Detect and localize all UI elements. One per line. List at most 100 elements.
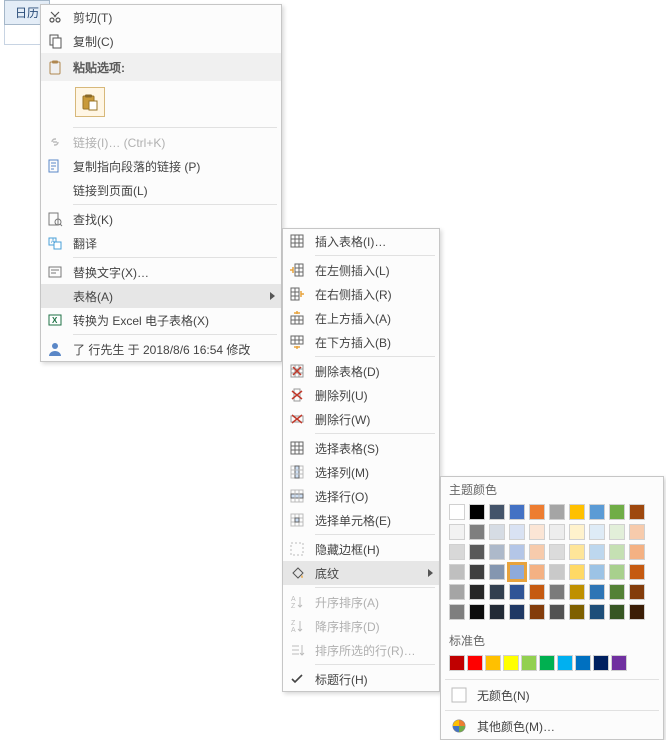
color-swatch[interactable]	[529, 504, 545, 520]
color-swatch[interactable]	[569, 604, 585, 620]
menu-header-row[interactable]: 标题行(H)	[283, 667, 439, 691]
color-swatch[interactable]	[609, 524, 625, 540]
color-swatch[interactable]	[611, 655, 627, 671]
menu-delete-col[interactable]: 删除列(U)	[283, 383, 439, 407]
color-swatch[interactable]	[469, 544, 485, 560]
color-swatch[interactable]	[489, 604, 505, 620]
color-swatch[interactable]	[629, 564, 645, 580]
color-swatch[interactable]	[557, 655, 573, 671]
color-swatch[interactable]	[469, 564, 485, 580]
color-swatch[interactable]	[593, 655, 609, 671]
color-swatch[interactable]	[489, 524, 505, 540]
menu-select-table[interactable]: 选择表格(S)	[283, 436, 439, 460]
color-swatch[interactable]	[469, 524, 485, 540]
menu-insert-right[interactable]: 在右侧插入(R)	[283, 282, 439, 306]
menu-select-col[interactable]: 选择列(M)	[283, 460, 439, 484]
menu-insert-above[interactable]: 在上方插入(A)	[283, 306, 439, 330]
menu-label: 选择表格(S)	[315, 440, 433, 457]
color-swatch[interactable]	[449, 544, 465, 560]
color-swatch[interactable]	[489, 544, 505, 560]
color-swatch[interactable]	[449, 524, 465, 540]
menu-insert-table[interactable]: 插入表格(I)…	[283, 229, 439, 253]
color-swatch[interactable]	[521, 655, 537, 671]
color-swatch[interactable]	[509, 564, 525, 580]
menu-translate[interactable]: A 翻译	[41, 231, 281, 255]
color-swatch[interactable]	[549, 584, 565, 600]
color-swatch[interactable]	[529, 544, 545, 560]
color-swatch[interactable]	[589, 524, 605, 540]
color-swatch[interactable]	[549, 544, 565, 560]
color-swatch[interactable]	[609, 584, 625, 600]
color-swatch[interactable]	[469, 584, 485, 600]
menu-cut[interactable]: 剪切(T)	[41, 5, 281, 29]
color-swatch[interactable]	[529, 564, 545, 580]
color-swatch[interactable]	[549, 604, 565, 620]
menu-copy[interactable]: 复制(C)	[41, 29, 281, 53]
color-swatch[interactable]	[549, 524, 565, 540]
color-swatch[interactable]	[509, 604, 525, 620]
color-swatch[interactable]	[569, 584, 585, 600]
color-swatch[interactable]	[485, 655, 501, 671]
color-swatch[interactable]	[509, 524, 525, 540]
color-swatch[interactable]	[449, 584, 465, 600]
color-swatch[interactable]	[489, 564, 505, 580]
paste-keep-source-button[interactable]	[75, 87, 105, 117]
color-swatch[interactable]	[549, 504, 565, 520]
menu-copy-paragraph-link[interactable]: 复制指向段落的链接 (P)	[41, 154, 281, 178]
color-swatch[interactable]	[539, 655, 555, 671]
menu-find[interactable]: 查找(K)	[41, 207, 281, 231]
menu-delete-table[interactable]: 删除表格(D)	[283, 359, 439, 383]
color-swatch[interactable]	[629, 504, 645, 520]
menu-shading[interactable]: 底纹	[283, 561, 439, 585]
color-swatch[interactable]	[569, 544, 585, 560]
color-swatch[interactable]	[589, 504, 605, 520]
color-swatch[interactable]	[589, 604, 605, 620]
menu-insert-left[interactable]: 在左侧插入(L)	[283, 258, 439, 282]
color-swatch[interactable]	[609, 544, 625, 560]
color-swatch[interactable]	[589, 544, 605, 560]
theme-color-grid	[441, 502, 663, 628]
color-swatch[interactable]	[629, 604, 645, 620]
menu-select-row[interactable]: 选择行(O)	[283, 484, 439, 508]
color-swatch[interactable]	[629, 584, 645, 600]
color-swatch[interactable]	[469, 504, 485, 520]
color-swatch[interactable]	[569, 524, 585, 540]
color-swatch[interactable]	[569, 504, 585, 520]
color-swatch[interactable]	[589, 564, 605, 580]
color-swatch[interactable]	[629, 524, 645, 540]
no-color-item[interactable]: 无颜色(N)	[441, 682, 663, 708]
color-swatch[interactable]	[449, 655, 465, 671]
color-swatch[interactable]	[609, 504, 625, 520]
color-swatch[interactable]	[509, 544, 525, 560]
color-swatch[interactable]	[489, 504, 505, 520]
color-swatch[interactable]	[469, 604, 485, 620]
color-swatch[interactable]	[529, 524, 545, 540]
color-swatch[interactable]	[589, 584, 605, 600]
menu-insert-below[interactable]: 在下方插入(B)	[283, 330, 439, 354]
color-swatch[interactable]	[489, 584, 505, 600]
menu-hide-border[interactable]: 隐藏边框(H)	[283, 537, 439, 561]
color-swatch[interactable]	[529, 604, 545, 620]
menu-select-cell[interactable]: 选择单元格(E)	[283, 508, 439, 532]
color-swatch[interactable]	[509, 504, 525, 520]
more-colors-item[interactable]: 其他颜色(M)…	[441, 713, 663, 739]
menu-delete-row[interactable]: 删除行(W)	[283, 407, 439, 431]
color-swatch[interactable]	[529, 584, 545, 600]
color-swatch[interactable]	[629, 544, 645, 560]
color-swatch[interactable]	[609, 564, 625, 580]
color-swatch[interactable]	[467, 655, 483, 671]
menu-modified-by[interactable]: 了 行先生 于 2018/8/6 16:54 修改	[41, 337, 281, 361]
menu-alt-text[interactable]: 替换文字(X)…	[41, 260, 281, 284]
color-swatch[interactable]	[609, 604, 625, 620]
color-swatch[interactable]	[449, 604, 465, 620]
color-swatch[interactable]	[549, 564, 565, 580]
menu-link-to-page[interactable]: 链接到页面(L)	[41, 178, 281, 202]
color-swatch[interactable]	[449, 564, 465, 580]
color-swatch[interactable]	[569, 564, 585, 580]
color-swatch[interactable]	[503, 655, 519, 671]
color-swatch[interactable]	[509, 584, 525, 600]
color-swatch[interactable]	[575, 655, 591, 671]
menu-table[interactable]: 表格(A)	[41, 284, 281, 308]
menu-convert-excel[interactable]: X 转换为 Excel 电子表格(X)	[41, 308, 281, 332]
color-swatch[interactable]	[449, 504, 465, 520]
